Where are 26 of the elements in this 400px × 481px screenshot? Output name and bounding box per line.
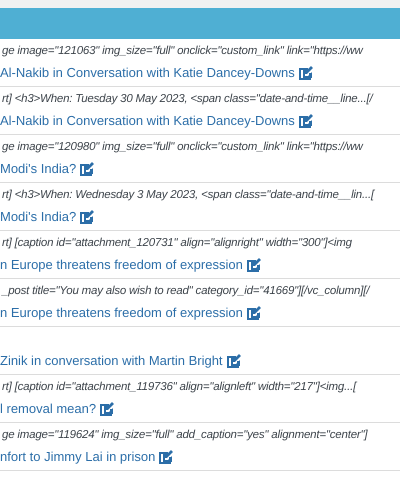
content-snippet: rt] [caption id="attachment_120731" align="alignright" width="300"]<img <box>1 238 352 250</box>
post-title-link[interactable]: Modi's India? <box>0 162 76 175</box>
edit-icon[interactable] <box>79 161 96 176</box>
edit-icon[interactable] <box>298 65 314 80</box>
post-title-link[interactable]: Al-Nakib in Conversation with Katie Dancey-Downs <box>0 66 295 79</box>
edit-icon[interactable] <box>246 305 262 320</box>
edit-icon[interactable] <box>298 113 314 128</box>
edit-icon[interactable] <box>158 449 174 464</box>
post-title-link[interactable]: n Europe threatens freedom of expression <box>0 306 243 319</box>
content-snippet: rt] <h3>When: Tuesday 30 May 2023, <span class="date-and-time__line...[/ <box>1 94 372 106</box>
content-snippet: rt] [caption id="attachment_119736" align="alignleft" width="217"]<img...[ <box>1 382 356 394</box>
edit-icon[interactable] <box>79 209 96 224</box>
post-title-link[interactable]: n Europe threatens freedom of expression <box>0 258 243 271</box>
content-snippet: _post title="You may also wish to read" category_id="41669"][/vc_column][/ <box>0 286 370 298</box>
post-title-link[interactable]: nfort to Jimmy Lai in prison <box>0 450 156 463</box>
content-snippet: ge image="121063" img_size="full" onclick="custom_link" link="https://ww <box>1 46 363 58</box>
edit-icon[interactable] <box>99 401 116 416</box>
post-title-link[interactable]: Zinik in conversation with Martin Bright <box>0 354 223 367</box>
edit-icon[interactable] <box>246 257 262 272</box>
content-snippet: ge image="119624" img_size="full" add_caption="yes" alignment="center"] <box>1 430 368 442</box>
edit-icon[interactable] <box>226 353 242 368</box>
post-title-link[interactable]: l removal mean? <box>0 402 96 415</box>
post-title-link[interactable]: Modi's India? <box>0 210 76 223</box>
post-title-link[interactable]: Al-Nakib in Conversation with Katie Dancey-Downs <box>0 114 295 127</box>
content-snippet: ge image="120980" img_size="full" onclick="custom_link" link="https://ww <box>1 142 363 154</box>
content-snippet: rt] <h3>When: Wednesday 3 May 2023, <span class="date-and-time__lin...[ <box>1 190 374 202</box>
